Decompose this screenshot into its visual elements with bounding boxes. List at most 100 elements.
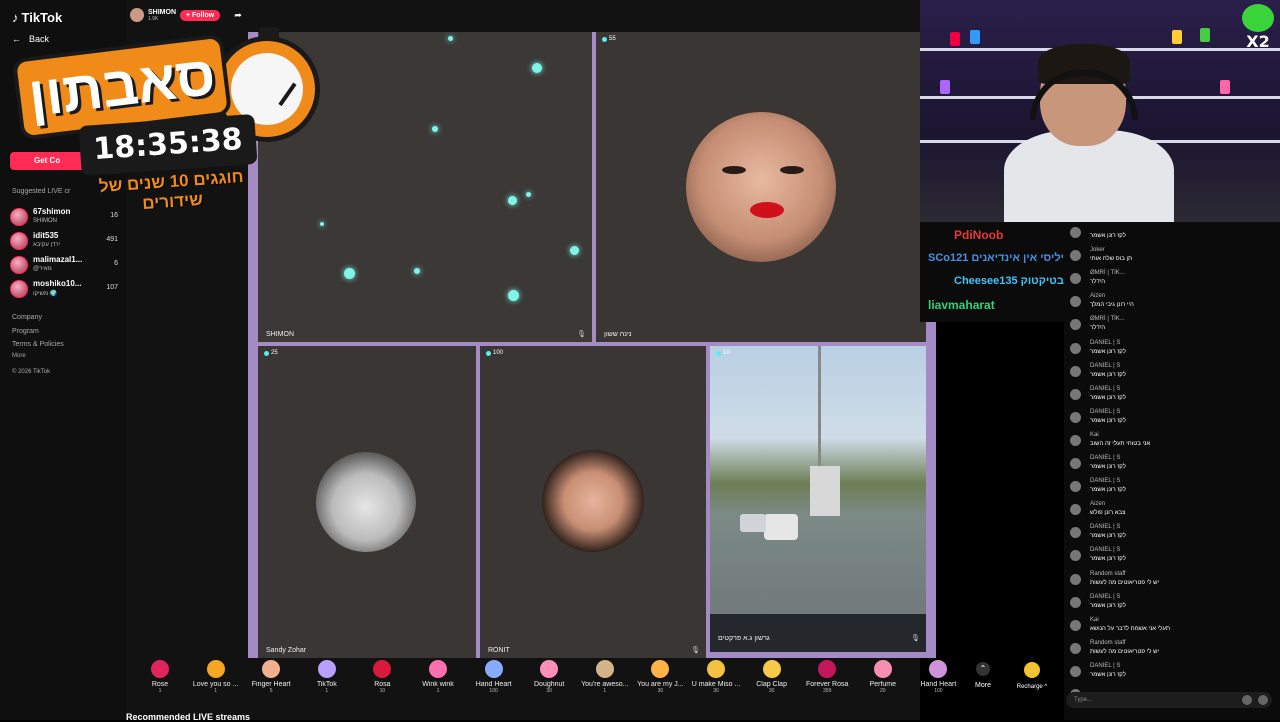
chat-message[interactable]: Random staff יש לי פטריאוטים מה לעשות <box>1070 640 1270 662</box>
gift-label: Finger Heart <box>251 681 291 688</box>
chat-message[interactable]: DANIEL | S לקז רונן אשמר <box>1070 455 1270 477</box>
emoji-icon[interactable] <box>1242 695 1252 705</box>
gift-price: 1 <box>603 688 607 694</box>
avatar <box>1070 411 1081 423</box>
footer-program-link[interactable]: Program <box>12 328 39 335</box>
guest-tile[interactable]: 55 נינה ששון <box>596 32 926 342</box>
gift-item[interactable]: Clap Clap 30 <box>744 660 800 694</box>
chat-text: היי רונן גיבי המלך <box>1090 302 1134 309</box>
chat-text: לקז רונן אשמר <box>1090 371 1126 378</box>
avatar <box>1070 665 1081 677</box>
chat-username: DANIEL | S <box>1090 593 1121 600</box>
gift-item[interactable]: Wink wink 1 <box>410 660 466 694</box>
recharge-button[interactable]: Recharge ^ <box>1012 662 1052 690</box>
gift-label: Rose <box>151 681 169 688</box>
chat-text: לקז רונן אשמר <box>1090 417 1126 424</box>
chat-message[interactable]: DANIEL | S לקז רונן אשמר <box>1070 386 1270 408</box>
gift-item[interactable]: Finger Heart 5 <box>243 660 299 694</box>
guest-tile[interactable]: 25 Sandy Zohar <box>258 346 476 658</box>
chat-username: Joker <box>1090 247 1105 254</box>
send-icon[interactable] <box>1258 695 1268 705</box>
chat-input[interactable]: Type... <box>1066 692 1272 708</box>
gift-item[interactable]: Perfume 20 <box>855 660 911 694</box>
gift-price: 1 <box>436 688 440 694</box>
chat-username: DANIEL | S <box>1090 524 1121 531</box>
floating-username: PdiNoob <box>954 228 1004 242</box>
tiktok-logo[interactable]: ♪ TikTok <box>12 10 62 25</box>
avatar <box>1070 342 1081 354</box>
gift-label: U make Miso ... <box>691 681 741 688</box>
gift-item[interactable]: Doughnut 30 <box>521 660 577 694</box>
host-bar: SHIMON 1.9K + Follow ➦ <box>130 8 242 22</box>
guest-score-badge: 55 <box>602 36 616 42</box>
gift-icon <box>373 660 392 678</box>
gift-price: 1 <box>214 688 217 694</box>
chat-message[interactable]: Joker תן בוס שלח אותי <box>1070 247 1270 269</box>
gift-item[interactable]: Forever Rosa 399 <box>799 660 855 694</box>
chat-message[interactable]: DANIEL | S לקז רונן אשמר <box>1070 340 1270 362</box>
footer-company-link[interactable]: Company <box>12 314 42 321</box>
gift-item[interactable]: Hand Heart 100 <box>466 660 522 694</box>
suggested-item[interactable]: idit535 ירדן עקיבא 491 <box>10 230 118 252</box>
chat-message[interactable]: ØMRİ | TİK... הידלר <box>1070 316 1270 338</box>
chat-message[interactable]: ØMRİ | TİK... הידלר <box>1070 270 1270 292</box>
avatar <box>1070 642 1081 654</box>
suggested-item[interactable]: malimazal1... @מאיר 6 <box>10 254 118 276</box>
avatar <box>1070 481 1081 493</box>
chat-message[interactable]: Kai אני בטוחי תעלי זה השוב <box>1070 432 1270 454</box>
chat-text: לקז רונן אשמר <box>1090 487 1126 494</box>
follow-button[interactable]: + Follow <box>180 9 221 21</box>
chat-text: לקז רונן אשמר <box>1090 602 1126 609</box>
more-gifts-button[interactable]: ⌃ More <box>970 662 996 689</box>
guest-avatar <box>542 450 644 552</box>
chat-message[interactable]: לקז רונן אשמר <box>1070 224 1270 246</box>
gift-item[interactable]: Hand Heart 100 <box>910 660 966 694</box>
chat-message[interactable]: Random staff יש לי פטריאוטים מה לעשות <box>1070 571 1270 593</box>
avatar <box>1070 434 1081 446</box>
gift-icon <box>929 660 948 678</box>
gift-item[interactable]: Rosa 10 <box>354 660 410 694</box>
chat-message[interactable]: DANIEL | S לקז רונן אשמר <box>1070 663 1270 685</box>
chat-message[interactable]: DANIEL | S לקז רונן אשמר <box>1070 594 1270 616</box>
chat-message[interactable]: DANIEL | S לקז רונן אשמר <box>1070 547 1270 569</box>
chat-text: לקז רונן אשמר <box>1090 394 1126 401</box>
gift-item[interactable]: Love you so ... 1 <box>188 660 244 694</box>
gift-price: 30 <box>768 688 775 694</box>
gift-label: Forever Rosa <box>805 681 849 688</box>
chat-message[interactable]: Kai תעלי אני אשמח לדבר על הנושא <box>1070 617 1270 639</box>
guest-tile-video[interactable]: 10 גרשון ג.א פרקטים 🎙 <box>710 346 926 652</box>
share-icon[interactable]: ➦ <box>234 10 242 21</box>
chat-username: DANIEL | S <box>1090 478 1121 485</box>
avatar <box>1070 619 1081 631</box>
chat-message[interactable]: DANIEL | S לקז רונן אשמר <box>1070 363 1270 385</box>
guest-avatar <box>316 452 416 552</box>
chat-username: Kai <box>1090 616 1099 623</box>
chat-username: DANIEL | S <box>1090 662 1121 669</box>
chat-username: DANIEL | S <box>1090 455 1121 461</box>
gift-icon <box>873 660 892 678</box>
gift-item[interactable]: TikTok 1 <box>299 660 355 694</box>
chat-message[interactable]: DANIEL | S לקז רונן אשמר <box>1070 478 1270 500</box>
footer-terms-link[interactable]: Terms & Policies <box>12 341 64 348</box>
chat-username: ØMRİ | TİK... <box>1090 270 1125 277</box>
guest-tile[interactable]: 100 RONIT 🎙 <box>480 346 706 658</box>
host-avatar[interactable] <box>130 8 144 22</box>
gift-item[interactable]: You are my J... 30 <box>632 660 688 694</box>
chat-text: תעלי אני אשמח לדבר על הנושא <box>1090 625 1170 632</box>
chat-username: DANIEL | S <box>1090 339 1121 346</box>
gift-item[interactable]: U make Miso ... 30 <box>688 660 744 694</box>
chat-message[interactable]: DANIEL | S לקז רונן אשמר <box>1070 524 1270 546</box>
footer-more-link[interactable]: More <box>12 353 26 359</box>
gift-item[interactable]: Rose 1 <box>132 660 188 694</box>
suggested-item[interactable]: moshiko10... משיקו 🌍 107 <box>10 278 118 300</box>
gift-item[interactable]: You're aweso... 1 <box>577 660 633 694</box>
gift-icon <box>818 660 837 678</box>
gift-label: Love you so ... <box>192 681 239 688</box>
chat-message[interactable]: Aizen היי רונן גיבי המלך <box>1070 293 1270 315</box>
gift-label: Wink wink <box>422 681 454 688</box>
guest-name: גרשון ג.א פרקטים <box>718 635 770 642</box>
recommended-heading: Recommended LIVE streams <box>126 712 251 722</box>
gift-price: 30 <box>713 688 719 694</box>
chat-message[interactable]: DANIEL | S לקז רונן אשמר <box>1070 409 1270 431</box>
chat-message[interactable]: Aizen צבא רונן פולש <box>1070 501 1270 523</box>
